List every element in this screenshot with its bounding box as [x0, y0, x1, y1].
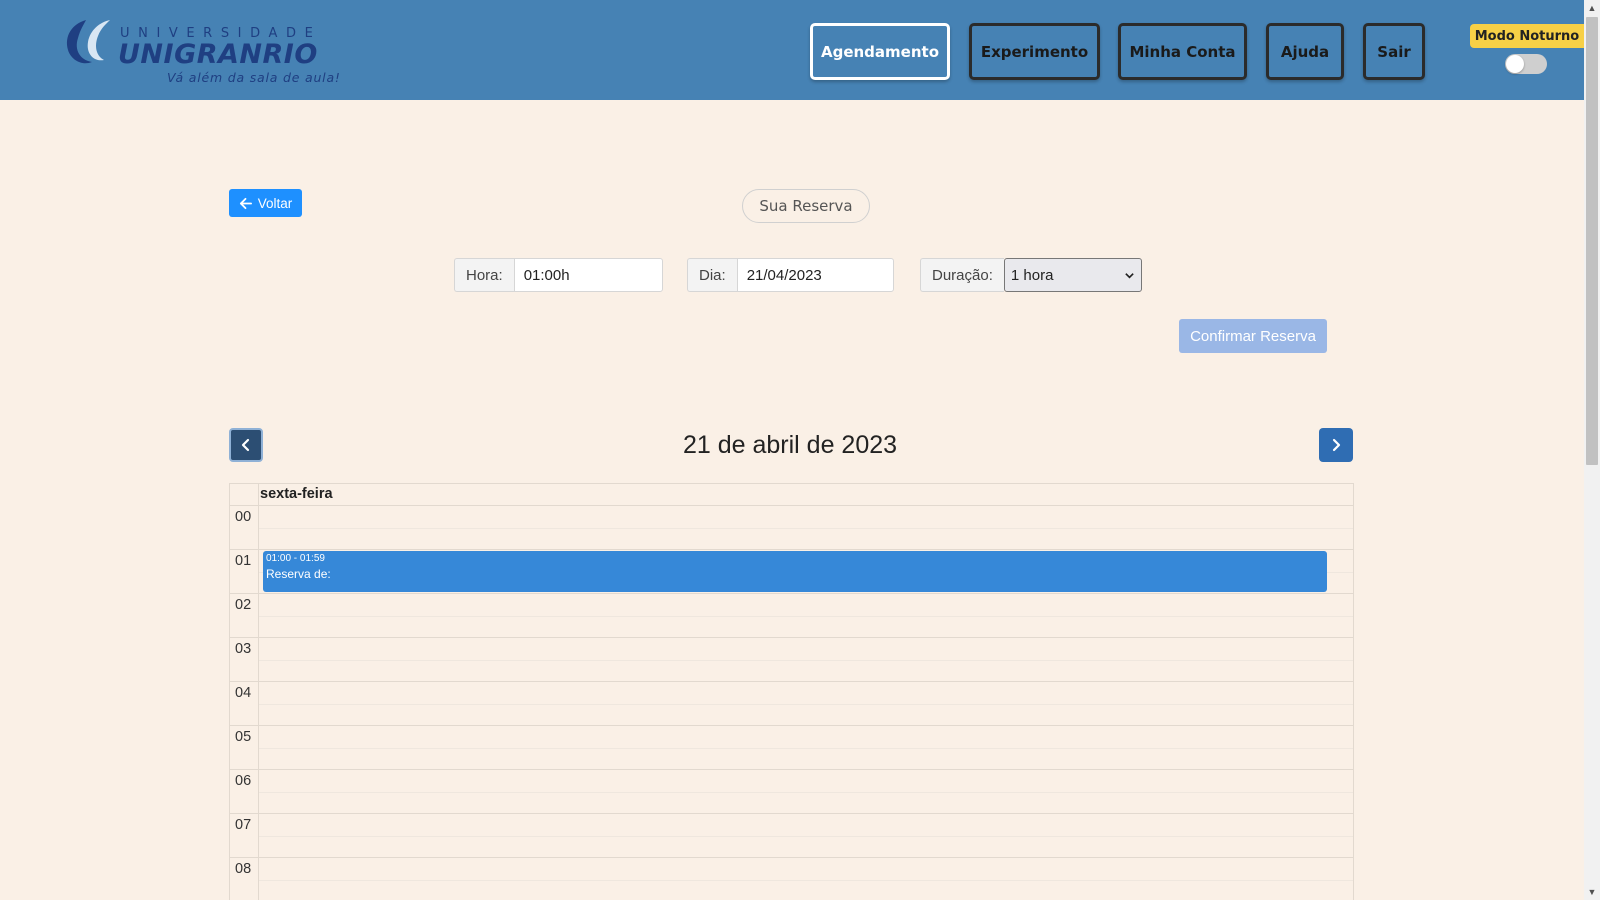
duracao-label: Duração: [920, 258, 1004, 292]
calendar-prev-button[interactable] [229, 428, 263, 462]
event-time: 01:00 - 01:59 [266, 553, 325, 564]
hora-label: Hora: [454, 258, 514, 292]
chevron-left-icon [241, 438, 250, 452]
dia-label: Dia: [687, 258, 737, 292]
chevron-down-icon [1125, 272, 1134, 279]
hour-label: 00 [235, 509, 252, 525]
logo-main-text: UNIGRANRIO [118, 39, 318, 70]
hour-slot[interactable]: 05 [230, 726, 1353, 770]
toggle-knob [1506, 55, 1524, 73]
hour-slot[interactable]: 04 [230, 682, 1353, 726]
scroll-up-icon[interactable]: ▲ [1584, 0, 1600, 16]
hour-label: 06 [235, 773, 252, 789]
hora-group: Hora: 01:00h [454, 258, 663, 292]
reservation-event[interactable]: 01:00 - 01:59 Reserva de: [263, 551, 1327, 592]
night-mode-toggle[interactable] [1505, 54, 1547, 74]
calendar-day-header: sexta-feira [230, 484, 1353, 506]
hour-label: 04 [235, 685, 252, 701]
duracao-select[interactable]: 1 hora [1003, 258, 1142, 292]
day-calendar: sexta-feira 00 01 02 03 04 05 06 07 08 0… [229, 483, 1354, 900]
hour-slot[interactable]: 06 [230, 770, 1353, 814]
hour-slot[interactable]: 08 [230, 858, 1353, 900]
hour-label: 05 [235, 729, 252, 745]
nav-agendamento-button[interactable]: Agendamento [810, 23, 950, 80]
hour-slot[interactable]: 07 [230, 814, 1353, 858]
dia-input[interactable]: 21/04/2023 [736, 258, 894, 292]
nav-sair-button[interactable]: Sair [1363, 23, 1425, 80]
hour-slot[interactable]: 00 [230, 506, 1353, 550]
event-title: Reserva de: [266, 567, 331, 581]
scrollbar-thumb[interactable] [1586, 17, 1598, 465]
top-header: UNIVERSIDADE UNIGRANRIO Vá além da sala … [0, 0, 1584, 100]
hour-label: 07 [235, 817, 252, 833]
calendar-next-button[interactable] [1319, 428, 1353, 462]
chevron-right-icon [1332, 438, 1341, 452]
dia-group: Dia: 21/04/2023 [687, 258, 894, 292]
hour-label: 01 [235, 553, 252, 569]
hour-label: 02 [235, 597, 252, 613]
logo-tagline: Vá além da sala de aula! [167, 70, 341, 85]
duracao-selected-value: 1 hora [1010, 266, 1054, 284]
hour-label: 08 [235, 861, 252, 877]
back-button[interactable]: Voltar [229, 189, 302, 217]
hour-slot[interactable]: 02 [230, 594, 1353, 638]
nav-minha-conta-button[interactable]: Minha Conta [1118, 23, 1247, 80]
day-name: sexta-feira [260, 486, 333, 502]
university-logo[interactable]: UNIVERSIDADE UNIGRANRIO Vá além da sala … [64, 16, 340, 88]
hour-label: 03 [235, 641, 252, 657]
confirm-reservation-button[interactable]: Confirmar Reserva [1179, 319, 1327, 353]
reservation-title: Sua Reserva [742, 189, 870, 223]
nav-ajuda-button[interactable]: Ajuda [1266, 23, 1344, 80]
arrow-left-icon [239, 197, 252, 209]
calendar-title: 21 de abril de 2023 [682, 431, 898, 459]
night-mode-label: Modo Noturno [1470, 24, 1584, 48]
nav-experimento-button[interactable]: Experimento [969, 23, 1100, 80]
page-scrollbar[interactable]: ▲ ▼ [1584, 0, 1600, 900]
logo-emblem-icon [66, 20, 110, 64]
hora-input[interactable]: 01:00h [513, 258, 663, 292]
scroll-down-icon[interactable]: ▼ [1584, 884, 1600, 900]
back-button-label: Voltar [257, 195, 293, 211]
duracao-group: Duração: 1 hora [920, 258, 1142, 292]
hour-slot[interactable]: 03 [230, 638, 1353, 682]
